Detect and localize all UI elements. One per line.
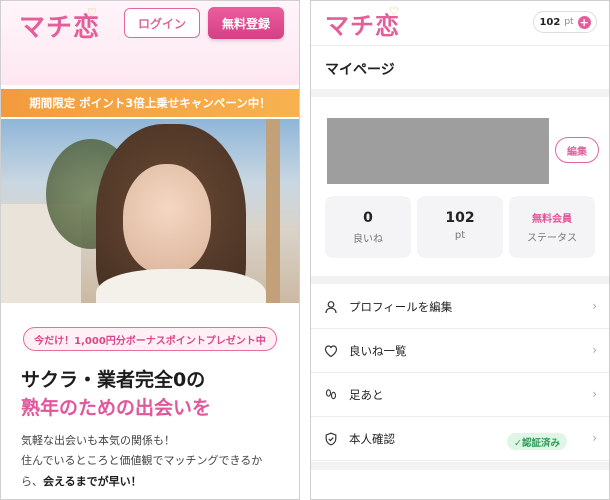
landing-page-panel: マチ恋 ♡ ログイン 無料登録 期間限定 ポイント3倍上乗せキャンペーン中！ 今… bbox=[0, 0, 300, 500]
headline-line-2: 熟年のための出会いを bbox=[21, 397, 212, 419]
section-divider bbox=[311, 462, 609, 470]
promo-banner[interactable]: 期間限定 ポイント3倍上乗せキャンペーン中！ bbox=[1, 89, 299, 117]
body-text-2: 住んでいるところと価値観でマッチングできるか bbox=[21, 454, 263, 467]
login-button[interactable]: ログイン bbox=[124, 8, 200, 38]
stat-status-value: 無料会員 bbox=[532, 214, 572, 225]
points-value: 102 bbox=[539, 16, 561, 28]
points-pill[interactable]: 102 pt + bbox=[533, 11, 597, 33]
mypage-header: マチ恋 ♡ 102 pt + bbox=[311, 1, 609, 46]
menu-item-label: 良いね一覧 bbox=[349, 343, 407, 358]
stat-points-label: pt bbox=[454, 230, 466, 241]
menu-item-label: 足あと bbox=[349, 387, 384, 402]
profile-image-placeholder bbox=[327, 118, 549, 184]
menu-item-likes[interactable]: 良いね一覧 › bbox=[311, 329, 609, 373]
stat-status-label: ステータス bbox=[527, 233, 577, 244]
menu-item-label: プロフィールを編集 bbox=[349, 299, 453, 314]
stat-points-value: 102 bbox=[445, 210, 475, 226]
body-text-3-emphasis: 会えるまでが早い！ bbox=[43, 475, 142, 488]
chevron-right-icon: › bbox=[592, 299, 597, 313]
menu-item-verification[interactable]: 本人確認 ✓認証済み › bbox=[311, 417, 609, 461]
mypage-panel: マチ恋 ♡ 102 pt + マイページ 編集 0 良いね 102 pt 無料会… bbox=[310, 0, 610, 500]
body-text-1: 気軽な出会いも本気の関係も！ bbox=[21, 434, 175, 447]
plus-icon[interactable]: + bbox=[577, 15, 591, 29]
heart-icon bbox=[323, 343, 339, 359]
menu-item-footprints[interactable]: 足あと › bbox=[311, 373, 609, 417]
logo-heart-icon: ♡ bbox=[389, 5, 399, 18]
register-button[interactable]: 無料登録 bbox=[208, 7, 284, 39]
footprint-icon bbox=[323, 387, 339, 403]
chevron-right-icon: › bbox=[592, 343, 597, 357]
points-unit: pt bbox=[564, 17, 574, 27]
bonus-badge: 今だけ！1,000円分ボーナスポイントプレゼント中 bbox=[23, 327, 277, 351]
stat-status: 無料会員 ステータス bbox=[509, 196, 595, 258]
menu-item-edit-profile[interactable]: プロフィールを編集 › bbox=[311, 285, 609, 329]
edit-profile-button[interactable]: 編集 bbox=[555, 137, 599, 163]
verified-badge: ✓認証済み bbox=[507, 433, 567, 450]
logo-heart-icon: ♡ bbox=[87, 6, 97, 19]
person-icon bbox=[323, 299, 339, 315]
body-text-3: ら、会えるまでが早い！ bbox=[21, 473, 142, 489]
section-divider bbox=[311, 89, 609, 97]
stat-likes: 0 良いね bbox=[325, 196, 411, 258]
landing-header: マチ恋 ♡ ログイン 無料登録 bbox=[1, 1, 299, 85]
stat-likes-label: 良いね bbox=[353, 234, 383, 245]
menu-item-label: 本人確認 bbox=[349, 431, 395, 446]
chevron-right-icon: › bbox=[592, 387, 597, 401]
stat-likes-value: 0 bbox=[363, 210, 373, 226]
headline-line-1: サクラ・業者完全0の bbox=[21, 369, 206, 391]
shield-check-icon bbox=[323, 431, 339, 447]
page-title: マイページ bbox=[325, 62, 395, 78]
chevron-right-icon: › bbox=[592, 431, 597, 445]
stat-points: 102 pt bbox=[417, 196, 503, 258]
section-divider bbox=[311, 276, 609, 284]
body-text-3-prefix: ら、 bbox=[21, 475, 43, 488]
hero-image bbox=[1, 119, 299, 303]
